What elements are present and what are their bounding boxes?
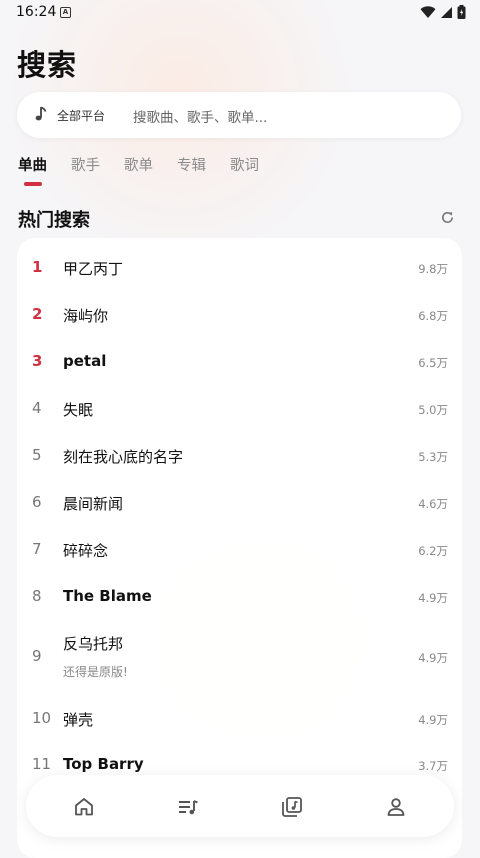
- song-name: 刻在我心底的名字: [63, 448, 184, 466]
- music-library-icon[interactable]: [280, 795, 304, 819]
- song-name: Top Barry: [63, 755, 144, 773]
- search-count: 6.5万: [418, 356, 448, 370]
- profile-icon[interactable]: [384, 795, 408, 819]
- tab-artists[interactable]: 歌手: [71, 154, 100, 175]
- song-name: 反乌托邦: [63, 635, 124, 653]
- search-count: 5.0万: [418, 403, 448, 417]
- rank-number: 11: [32, 755, 52, 773]
- rank-number: 1: [32, 258, 43, 276]
- song-name: 晨间新闻: [63, 495, 124, 513]
- song-name: 碎碎念: [63, 542, 109, 560]
- wifi-icon: [420, 5, 436, 18]
- status-time: 16:24: [16, 4, 57, 20]
- tab-songs[interactable]: 单曲: [18, 154, 47, 175]
- rank-number: 3: [32, 352, 43, 370]
- rank-number: 4: [32, 399, 42, 417]
- rank-number: 7: [32, 540, 42, 558]
- song-name: 弹壳: [63, 711, 94, 729]
- playlist-icon[interactable]: [176, 795, 200, 819]
- tab-albums[interactable]: 专辑: [177, 154, 206, 175]
- search-count: 6.8万: [418, 309, 448, 323]
- refresh-icon[interactable]: [440, 210, 455, 225]
- song-name: petal: [63, 352, 107, 370]
- list-item[interactable]: 4 失眠 5.0万: [17, 397, 462, 421]
- search-count: 4.9万: [418, 651, 448, 665]
- search-count: 9.8万: [418, 262, 448, 276]
- music-note-icon: [35, 106, 47, 121]
- search-count: 5.3万: [418, 450, 448, 464]
- platform-selector[interactable]: 全部平台: [57, 107, 105, 124]
- list-item[interactable]: 1 甲乙丙丁 9.8万: [17, 256, 462, 280]
- notification-icon: A: [60, 7, 71, 18]
- search-count: 6.2万: [418, 544, 448, 558]
- battery-icon: [457, 5, 466, 19]
- list-item[interactable]: 8 The Blame 4.9万: [17, 585, 462, 609]
- search-count: 4.9万: [418, 713, 448, 727]
- rank-number: 2: [32, 305, 43, 323]
- song-name: 甲乙丙丁: [63, 260, 124, 278]
- song-name: 海屿你: [63, 307, 109, 325]
- tab-lyrics[interactable]: 歌词: [230, 154, 259, 175]
- list-item[interactable]: 5 刻在我心底的名字 5.3万: [17, 444, 462, 468]
- bottom-nav: [26, 775, 454, 837]
- rank-number: 10: [32, 709, 52, 727]
- list-item[interactable]: 10 弹壳 4.9万: [17, 707, 462, 731]
- signal-icon: [441, 6, 452, 18]
- list-item[interactable]: 3 petal 6.5万: [17, 350, 462, 374]
- search-tabs: 单曲 歌手 歌单 专辑 歌词: [18, 154, 283, 175]
- rank-number: 6: [32, 493, 42, 511]
- song-subtitle: 还得是原版!: [63, 665, 128, 679]
- rank-number: 5: [32, 446, 42, 464]
- rank-number: 9: [32, 647, 42, 665]
- status-bar: 16:24 A: [0, 0, 480, 26]
- song-name: 失眠: [63, 401, 94, 419]
- search-count: 3.7万: [418, 759, 448, 773]
- list-item[interactable]: 6 晨间新闻 4.6万: [17, 491, 462, 515]
- list-item[interactable]: 2 海屿你 6.8万: [17, 303, 462, 327]
- rank-number: 8: [32, 587, 42, 605]
- search-count: 4.6万: [418, 497, 448, 511]
- list-item[interactable]: 9 反乌托邦 还得是原版! 4.9万: [17, 632, 462, 682]
- hot-search-title: 热门搜索: [18, 210, 90, 231]
- search-bar[interactable]: 全部平台 搜歌曲、歌手、歌单...: [17, 92, 461, 138]
- search-count: 4.9万: [418, 591, 448, 605]
- search-input[interactable]: 搜歌曲、歌手、歌单...: [133, 106, 267, 126]
- page-title: 搜索: [17, 48, 78, 82]
- home-icon[interactable]: [72, 795, 96, 819]
- song-name: The Blame: [63, 587, 152, 605]
- tab-playlists[interactable]: 歌单: [124, 154, 153, 175]
- list-item[interactable]: 11 Top Barry 3.7万: [17, 753, 462, 777]
- active-tab-indicator: [24, 182, 42, 186]
- list-item[interactable]: 7 碎碎念 6.2万: [17, 538, 462, 562]
